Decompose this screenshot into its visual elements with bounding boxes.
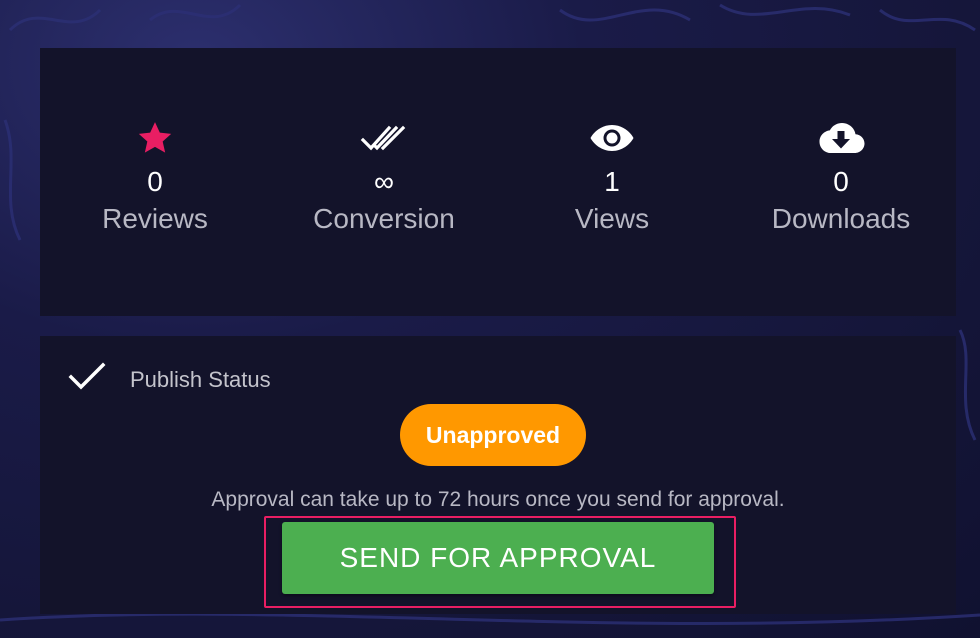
status-badge: Unapproved: [400, 404, 586, 466]
star-icon: [55, 118, 255, 158]
double-check-icon: [284, 118, 484, 158]
reviews-label: Reviews: [102, 203, 208, 234]
approval-note: Approval can take up to 72 hours once yo…: [211, 488, 785, 511]
publish-panel: Publish Status Unapproved Approval can t…: [40, 336, 956, 614]
publish-status-header: Publish Status: [68, 362, 271, 397]
stats-panel: 0 Reviews ∞ Conversion 1 Views 0 Downloa…: [40, 48, 956, 316]
cloud-download-icon: [741, 118, 941, 158]
views-count: 1: [604, 166, 620, 197]
eye-icon: [512, 118, 712, 158]
stat-views: 1 Views: [512, 118, 712, 236]
send-for-approval-button[interactable]: SEND FOR APPROVAL: [282, 522, 714, 594]
conversion-value: ∞: [374, 166, 394, 197]
stat-reviews: 0 Reviews: [55, 118, 255, 236]
checkmark-icon: [68, 362, 106, 397]
reviews-count: 0: [147, 166, 163, 197]
publish-status-title: Publish Status: [130, 366, 271, 392]
stat-conversion: ∞ Conversion: [284, 118, 484, 236]
downloads-count: 0: [833, 166, 849, 197]
views-label: Views: [574, 203, 650, 234]
stat-downloads: 0 Downloads: [741, 118, 941, 236]
conversion-label: Conversion: [313, 203, 455, 234]
downloads-label: Downloads: [771, 203, 911, 234]
